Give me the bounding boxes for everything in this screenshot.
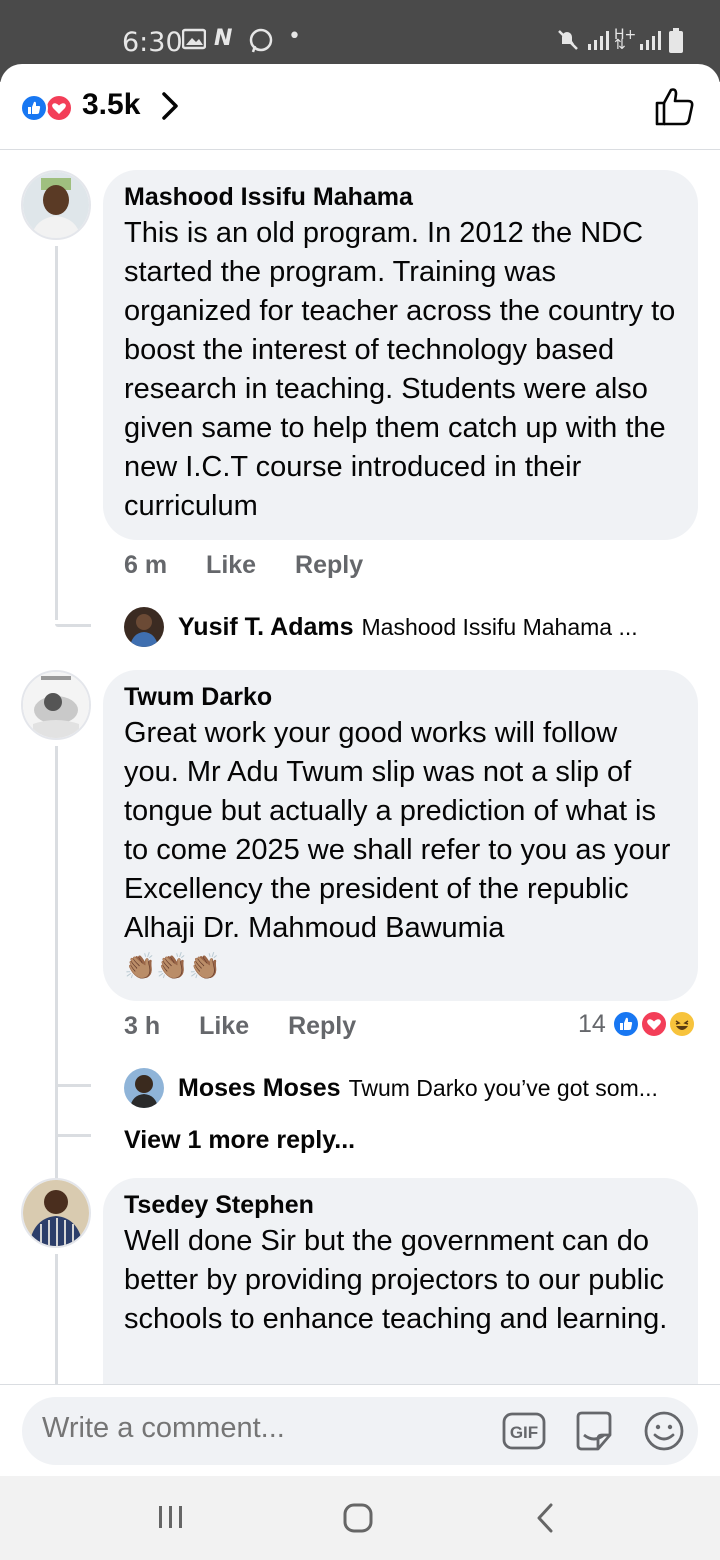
avatar <box>124 607 164 647</box>
comment-actions: 6 m Like Reply <box>124 551 395 580</box>
chevron-right-icon[interactable] <box>156 86 186 131</box>
comments-sheet: 3.5k Mashood Issifu Mahama This is an ol… <box>0 64 720 1476</box>
reactions-header: 3.5k <box>0 64 720 150</box>
avatar[interactable] <box>21 170 91 240</box>
comment-time: 3 h <box>124 1012 161 1040</box>
comment-author[interactable]: Tsedey Stephen <box>124 1190 678 1220</box>
like-reaction-icon[interactable] <box>20 94 48 122</box>
reply-text: Mashood Issifu Mahama ... <box>361 613 638 640</box>
sticker-icon[interactable] <box>572 1409 616 1458</box>
mute-icon <box>556 28 580 58</box>
android-nav-bar <box>0 1476 720 1560</box>
thread-line <box>55 624 91 627</box>
recent-apps-icon[interactable] <box>156 1502 186 1537</box>
clapping-emoji: 👏🏽👏🏽👏🏽 <box>124 952 222 982</box>
reply-preview[interactable]: Yusif T. Adams Mashood Issifu Mahama ... <box>124 607 684 647</box>
like-reaction-icon <box>612 1010 640 1038</box>
dot-icon: • <box>288 24 301 49</box>
status-time: 6:30 <box>122 27 183 58</box>
gif-label: GIF <box>510 1423 538 1442</box>
thread-line <box>55 1084 91 1087</box>
avatar <box>124 1068 164 1108</box>
avatar[interactable] <box>21 670 91 740</box>
comment-text: This is an old program. In 2012 the NDC … <box>124 217 676 522</box>
back-icon[interactable] <box>532 1502 560 1539</box>
signal-icon <box>586 28 610 58</box>
comment-composer[interactable]: GIF <box>22 1397 698 1465</box>
comment-composer-bar: GIF <box>0 1384 720 1476</box>
reply-button[interactable]: Reply <box>288 1012 356 1040</box>
reply-author[interactable]: Yusif T. Adams <box>178 613 354 642</box>
comment-author[interactable]: Twum Darko <box>124 682 678 712</box>
reply-button[interactable]: Reply <box>295 551 363 579</box>
thumbs-up-icon[interactable] <box>653 86 697 133</box>
comment-actions: 3 h Like Reply <box>124 1012 388 1041</box>
signal-icon <box>638 28 662 58</box>
comment-reaction-count[interactable]: 14 <box>578 1010 606 1039</box>
reply-author[interactable]: Moses Moses <box>178 1074 341 1103</box>
comment-bubble[interactable]: Mashood Issifu Mahama This is an old pro… <box>103 170 698 540</box>
reply-preview[interactable]: Moses Moses Twum Darko you’ve got som... <box>124 1068 684 1108</box>
thread-line <box>55 246 58 620</box>
gif-icon[interactable]: GIF <box>502 1411 546 1456</box>
avatar[interactable] <box>21 1178 91 1248</box>
haha-reaction-icon <box>668 1010 696 1038</box>
love-reaction-icon <box>640 1010 668 1038</box>
reaction-count[interactable]: 3.5k <box>82 88 140 122</box>
comment-time: 6 m <box>124 551 168 579</box>
comment-bubble[interactable]: Twum Darko Great work your good works wi… <box>103 670 698 1001</box>
love-reaction-icon[interactable] <box>45 94 73 122</box>
reply-text: Twum Darko you’ve got som... <box>348 1074 658 1101</box>
comment-text: Well done Sir but the government can do … <box>124 1225 668 1335</box>
comment-input[interactable] <box>42 1412 492 1445</box>
data-icon: H+ ⇅ <box>614 27 637 53</box>
battery-icon <box>668 28 684 60</box>
like-button[interactable]: Like <box>199 1012 249 1040</box>
gallery-icon <box>181 28 207 56</box>
thread-line <box>55 1134 91 1137</box>
n-icon: N <box>214 26 233 51</box>
like-button[interactable]: Like <box>206 551 256 579</box>
view-more-replies-link[interactable]: View 1 more reply... <box>124 1126 355 1155</box>
whatsapp-icon <box>248 28 274 60</box>
home-icon[interactable] <box>342 1502 374 1539</box>
thread-line <box>55 746 58 1184</box>
comment-author[interactable]: Mashood Issifu Mahama <box>124 182 678 212</box>
emoji-icon[interactable] <box>642 1409 686 1458</box>
comment-text: Great work your good works will follow y… <box>124 717 671 944</box>
